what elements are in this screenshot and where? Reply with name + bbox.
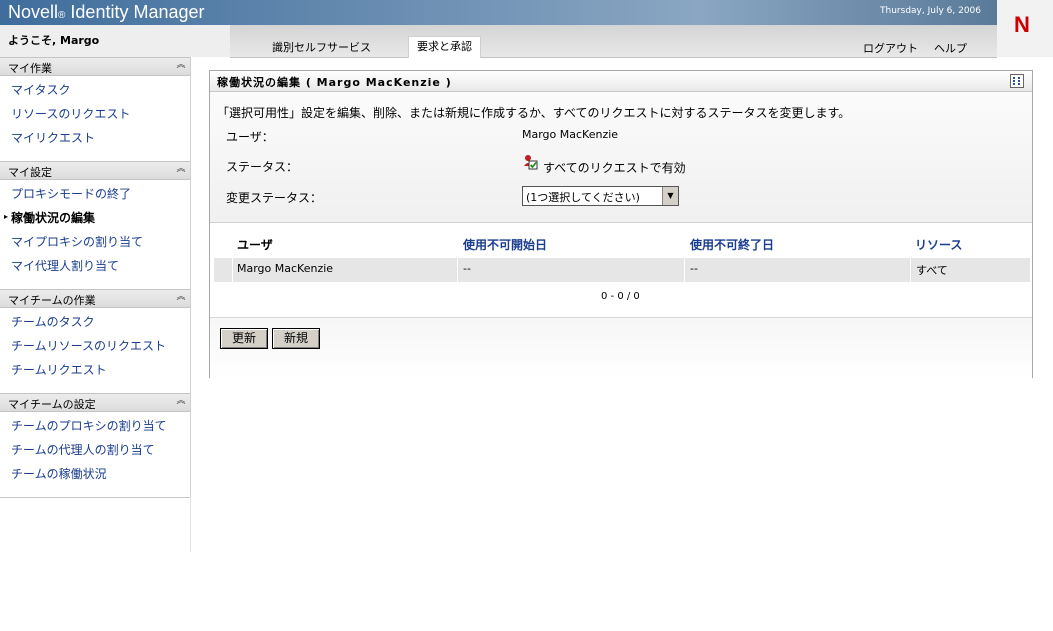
- panel-title: 稼働状況の編集 ( Margo MacKenzie ): [217, 76, 452, 89]
- update-button[interactable]: 更新: [220, 328, 268, 349]
- nav-request-resources[interactable]: リソースのリクエスト: [11, 105, 130, 122]
- user-value: Margo MacKenzie: [522, 128, 619, 141]
- welcome-text: ようこそ, Margo: [8, 34, 100, 47]
- nav-assign-team-proxy[interactable]: チームのプロキシの割り当て: [11, 417, 167, 434]
- col-unavailable-start[interactable]: 使用不可開始日: [463, 236, 547, 253]
- pagination-status: 0 - 0 / 0: [601, 291, 640, 302]
- section-team-settings[interactable]: マイチームの設定 ︽: [0, 393, 190, 412]
- welcome-area: ようこそ, Margo: [0, 25, 250, 57]
- cell-start: --: [463, 262, 471, 275]
- change-status-label: 変更ステータス：: [226, 191, 323, 205]
- button-bar: [210, 317, 1032, 378]
- cell-end: --: [690, 262, 698, 275]
- novell-logo: N: [997, 0, 1053, 57]
- nav-assign-team-delegate[interactable]: チームの代理人の割り当て: [11, 441, 155, 458]
- col-unavailable-end[interactable]: 使用不可終了日: [690, 236, 774, 253]
- edit-availability-panel: 稼働状況の編集 ( Margo MacKenzie ) 「選択可用性」設定を編集…: [209, 70, 1033, 378]
- grid-view-icon[interactable]: [1010, 74, 1024, 88]
- panel-header: 稼働状況の編集 ( Margo MacKenzie ): [210, 71, 1032, 92]
- collapse-chevron-icon[interactable]: ︽: [175, 395, 187, 407]
- status-label: ステータス：: [226, 160, 299, 174]
- cell-divider: [910, 258, 911, 282]
- table-row[interactable]: Margo MacKenzie -- -- すべて: [214, 258, 1030, 282]
- user-available-icon: [524, 155, 538, 170]
- section-title: マイチームの設定: [8, 398, 96, 411]
- nav-my-requests[interactable]: マイリクエスト: [11, 129, 95, 146]
- tab-identity-self-service[interactable]: 識別セルフサービス: [272, 39, 371, 55]
- cell-user: Margo MacKenzie: [237, 262, 334, 275]
- section-my-work[interactable]: マイ作業 ︽: [0, 57, 190, 76]
- nav-assign-my-delegate[interactable]: マイ代理人割り当て: [11, 257, 119, 274]
- collapse-chevron-icon[interactable]: ︽: [175, 59, 187, 71]
- novell-n-icon: N: [1014, 12, 1030, 37]
- section-team-work[interactable]: マイチームの作業 ︽: [0, 289, 190, 308]
- nav-my-tasks[interactable]: マイタスク: [11, 81, 71, 98]
- registered-mark: ®: [58, 10, 66, 21]
- nav-edit-availability[interactable]: 稼働状況の編集: [11, 209, 95, 226]
- app-title: Novell® Identity Manager: [8, 2, 205, 23]
- cell-divider: [232, 258, 233, 282]
- sidebar-edge: [190, 497, 191, 552]
- nav-team-tasks[interactable]: チームのタスク: [11, 313, 95, 330]
- change-status-select[interactable]: (1つ選択してください) ▼: [522, 186, 679, 206]
- cell-divider: [457, 258, 458, 282]
- nav-team-availability[interactable]: チームの稼働状況: [11, 465, 107, 482]
- nav-assign-my-proxy[interactable]: マイプロキシの割り当て: [11, 233, 143, 250]
- brand-name: Novell: [8, 2, 59, 22]
- nav-team-requests[interactable]: チームリクエスト: [11, 361, 107, 378]
- cell-divider: [684, 258, 685, 282]
- section-title: マイ設定: [8, 166, 52, 179]
- product-name: Identity Manager: [70, 2, 205, 22]
- nav-team-resource-requests[interactable]: チームリソースのリクエスト: [11, 337, 166, 354]
- sidebar-divider: [0, 497, 191, 498]
- section-my-settings[interactable]: マイ設定 ︽: [0, 161, 190, 180]
- app-banner: Novell® Identity Manager Thursday, July …: [0, 0, 997, 25]
- new-button[interactable]: 新規: [272, 328, 320, 349]
- status-value: すべてのリクエストで有効: [543, 161, 686, 175]
- tab-bar: 識別セルフサービス 要求と承認 ログアウト ヘルプ: [230, 25, 997, 58]
- logout-link[interactable]: ログアウト: [863, 40, 918, 56]
- current-item-marker-icon: ▸: [4, 212, 9, 221]
- dropdown-arrow-icon[interactable]: ▼: [662, 187, 678, 205]
- select-value: (1つ選択してください): [526, 191, 640, 204]
- current-date: Thursday, July 6, 2006: [880, 6, 981, 16]
- collapse-chevron-icon[interactable]: ︽: [175, 291, 187, 303]
- user-label: ユーザ：: [226, 130, 274, 144]
- cell-resource: すべて: [916, 264, 948, 277]
- help-link[interactable]: ヘルプ: [934, 40, 967, 56]
- nav-exit-proxy-mode[interactable]: プロキシモードの終了: [11, 185, 131, 202]
- collapse-chevron-icon[interactable]: ︽: [175, 163, 187, 175]
- sidebar: マイ作業 ︽ マイタスク リソースのリクエスト マイリクエスト マイ設定 ︽ プ…: [0, 57, 191, 497]
- col-resource[interactable]: リソース: [915, 236, 962, 253]
- section-title: マイ作業: [8, 62, 52, 75]
- panel-description: 「選択可用性」設定を編集、削除、または新規に作成するか、すべてのリクエストに対す…: [217, 106, 851, 120]
- section-title: マイチームの作業: [8, 294, 96, 307]
- col-user[interactable]: ユーザ: [237, 236, 273, 253]
- tab-requests-approvals[interactable]: 要求と承認: [408, 36, 481, 58]
